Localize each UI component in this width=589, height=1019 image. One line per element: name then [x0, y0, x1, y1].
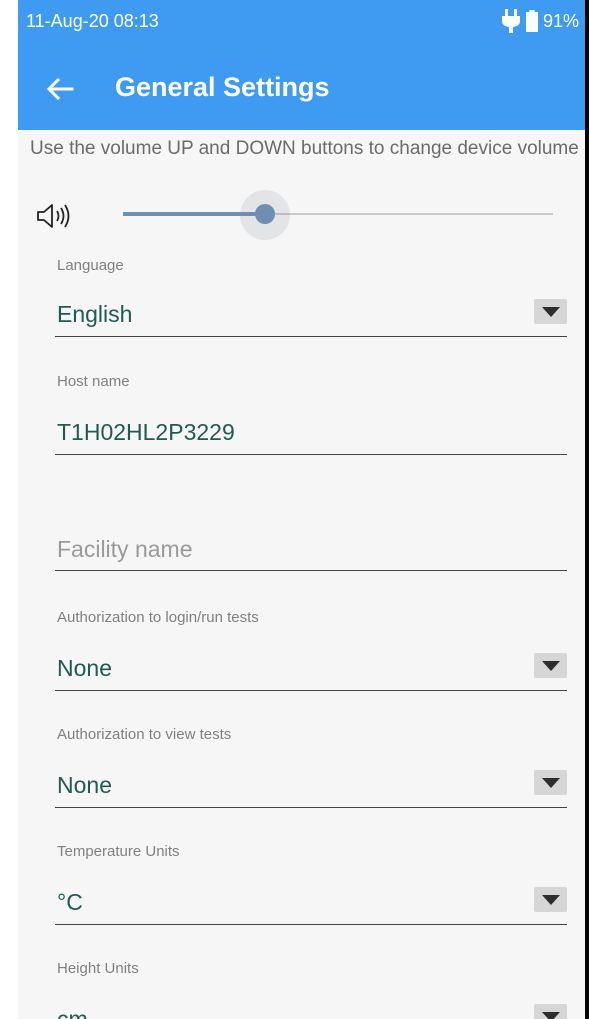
language-underline: [55, 336, 567, 337]
battery-percentage: 91%: [542, 10, 579, 31]
volume-instruction: Use the volume UP and DOWN buttons to ch…: [30, 138, 579, 159]
language-label: Language: [57, 257, 124, 274]
dropdown-arrow-icon[interactable]: [534, 887, 567, 912]
facility-name-placeholder[interactable]: Facility name: [57, 536, 192, 563]
height-units-dropdown[interactable]: Height Units cm: [55, 960, 567, 1019]
temperature-units-label: Temperature Units: [57, 843, 180, 860]
auth-view-label: Authorization to view tests: [57, 726, 232, 743]
dropdown-arrow-icon[interactable]: [534, 653, 567, 678]
device-frame-edge: [585, 0, 589, 1019]
temperature-units-value: °C: [57, 889, 83, 915]
temperature-units-dropdown[interactable]: Temperature Units °C: [55, 843, 567, 925]
dropdown-arrow-icon[interactable]: [534, 770, 567, 795]
host-name-field[interactable]: Host name T1H02HL2P3229: [55, 373, 567, 455]
slider-thumb[interactable]: [254, 204, 275, 224]
auth-view-dropdown[interactable]: Authorization to view tests None: [55, 726, 567, 808]
status-indicators: 91%: [501, 9, 579, 33]
height-units-value: cm: [57, 1006, 88, 1019]
facility-name-field[interactable]: Facility name: [55, 530, 567, 572]
page-title: General Settings: [115, 72, 330, 102]
auth-view-value: None: [57, 772, 112, 798]
host-name-label: Host name: [57, 373, 130, 390]
language-dropdown[interactable]: Language English: [55, 257, 567, 337]
dropdown-arrow-icon[interactable]: [534, 1004, 567, 1019]
app-bar: General Settings: [18, 44, 585, 130]
dropdown-arrow-icon[interactable]: [534, 299, 567, 324]
auth-login-dropdown[interactable]: Authorization to login/run tests None: [55, 609, 567, 691]
facility-name-underline: [55, 570, 567, 571]
battery-icon: [525, 10, 538, 32]
device-screen: 11-Aug-20 08:13 91% General Settings Use…: [18, 0, 585, 1019]
volume-slider[interactable]: [123, 190, 553, 240]
speaker-icon: [37, 204, 70, 228]
auth-login-value: None: [57, 655, 112, 681]
status-bar: 11-Aug-20 08:13 91%: [18, 0, 585, 44]
charging-plug-icon: [501, 9, 520, 33]
status-datetime: 11-Aug-20 08:13: [26, 11, 159, 31]
language-value: English: [57, 301, 133, 327]
auth-login-underline: [55, 690, 567, 691]
temperature-units-underline: [55, 924, 567, 925]
host-name-value[interactable]: T1H02HL2P3229: [57, 419, 235, 446]
arrow-left-icon[interactable]: [40, 69, 80, 109]
host-name-underline: [55, 454, 567, 455]
height-units-label: Height Units: [57, 960, 139, 977]
auth-view-underline: [55, 807, 567, 808]
auth-login-label: Authorization to login/run tests: [57, 609, 259, 626]
